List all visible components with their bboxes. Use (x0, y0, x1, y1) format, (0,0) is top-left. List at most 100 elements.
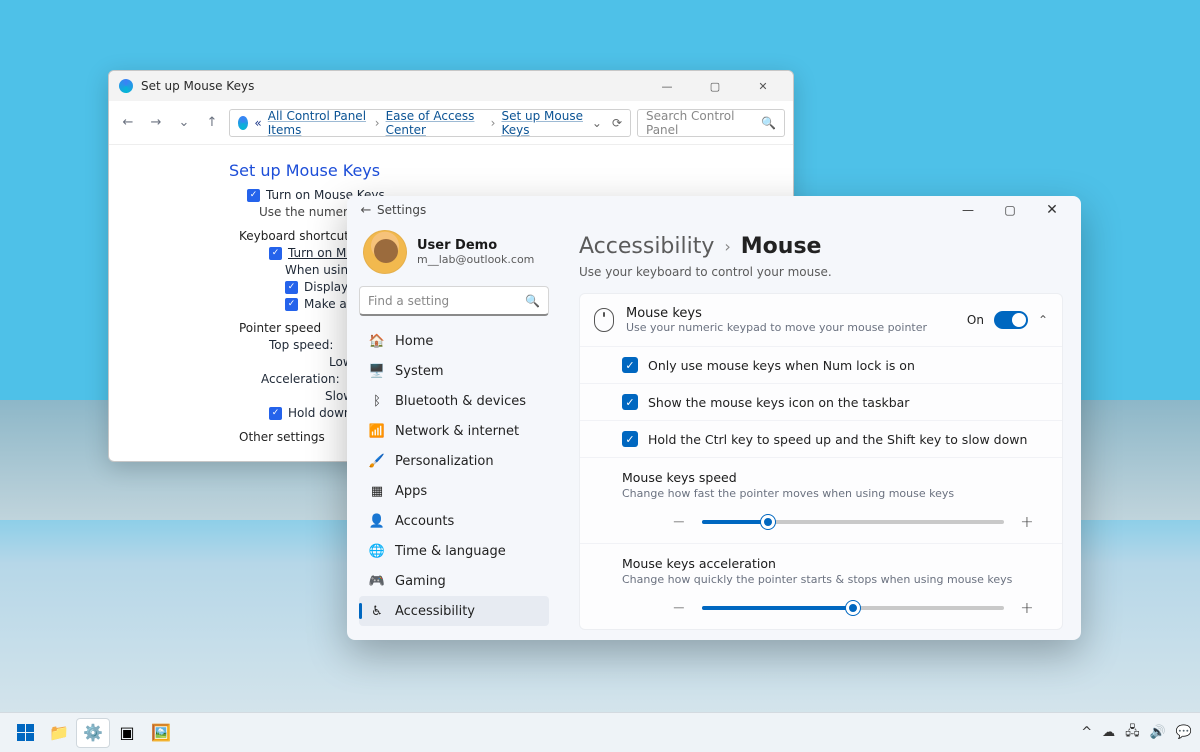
taskbar: 📁 ⚙️ ▣ 🖼️ ^ ☁ 🖧 🔊 💬 (0, 712, 1200, 752)
settings-title: Settings (377, 203, 426, 217)
refresh-icon[interactable]: ⟳ (612, 116, 622, 130)
minimize-button[interactable]: — (947, 196, 989, 224)
onedrive-icon[interactable]: ☁ (1102, 725, 1115, 740)
notifications-icon[interactable]: 💬 (1176, 725, 1192, 740)
chevron-right-icon: › (375, 116, 380, 130)
settings-titlebar: ← Settings — ▢ ✕ (347, 196, 1081, 224)
cp-heading: Set up Mouse Keys (229, 161, 793, 180)
network-icon[interactable]: 🖧 (1125, 722, 1140, 744)
nav-icon: 🎮 (369, 573, 385, 589)
nav-icon: 👤 (369, 513, 385, 529)
checkbox-icon[interactable]: ✓ (269, 247, 282, 260)
bc-2[interactable]: Ease of Access Center (386, 109, 485, 137)
close-button[interactable]: ✕ (743, 74, 783, 98)
system-tray: ^ ☁ 🖧 🔊 💬 (1081, 722, 1192, 744)
terminal-icon[interactable]: ▣ (110, 718, 144, 748)
opt-ctrl-shift[interactable]: ✓Hold the Ctrl key to speed up and the S… (580, 420, 1062, 457)
slider-track[interactable] (702, 520, 1004, 524)
checkbox-icon[interactable]: ✓ (622, 431, 638, 447)
cp-window-title: Set up Mouse Keys (141, 79, 254, 93)
nav-icon: ᛒ (369, 393, 385, 409)
app-icon[interactable]: 🖼️ (144, 718, 178, 748)
sidebar-item-system[interactable]: 🖥️System (359, 356, 549, 386)
nav-icon: 📶 (369, 423, 385, 439)
bc-3[interactable]: Set up Mouse Keys (501, 109, 585, 137)
cp-app-icon (119, 79, 133, 93)
settings-content: Accessibility › Mouse Use your keyboard … (561, 224, 1081, 640)
cp-titlebar: Set up Mouse Keys — ▢ ✕ (109, 71, 793, 101)
breadcrumb: Accessibility › Mouse (579, 234, 1063, 259)
sidebar-item-home[interactable]: 🏠Home (359, 326, 549, 356)
page-description: Use your keyboard to control your mouse. (579, 265, 1063, 279)
nav-recent-icon[interactable]: ⌄ (173, 112, 195, 134)
close-button[interactable]: ✕ (1031, 196, 1073, 224)
sidebar-item-accessibility[interactable]: ♿Accessibility (359, 596, 549, 626)
cp-address-icon (238, 116, 248, 130)
opt-numlock[interactable]: ✓Only use mouse keys when Num lock is on (580, 346, 1062, 383)
settings-window: ← Settings — ▢ ✕ User Demo m__lab@outloo… (347, 196, 1081, 640)
maximize-button[interactable]: ▢ (695, 74, 735, 98)
minus-icon[interactable]: − (670, 598, 688, 617)
chevron-up-icon[interactable]: ⌃ (1038, 313, 1048, 327)
checkbox-icon[interactable]: ✓ (247, 189, 260, 202)
volume-icon[interactable]: 🔊 (1150, 725, 1166, 740)
maximize-button[interactable]: ▢ (989, 196, 1031, 224)
nav-icon: ♿ (369, 603, 385, 619)
plus-icon[interactable]: + (1018, 598, 1036, 617)
settings-taskbar-icon[interactable]: ⚙️ (76, 718, 110, 748)
minus-icon[interactable]: − (670, 512, 688, 531)
checkbox-icon[interactable]: ✓ (622, 394, 638, 410)
sidebar-item-gaming[interactable]: 🎮Gaming (359, 566, 549, 596)
opt-taskbar-icon[interactable]: ✓Show the mouse keys icon on the taskbar (580, 383, 1062, 420)
chevron-right-icon: › (491, 116, 496, 130)
sidebar-item-network-internet[interactable]: 📶Network & internet (359, 416, 549, 446)
nav-icon: 🌐 (369, 543, 385, 559)
checkbox-icon[interactable]: ✓ (622, 357, 638, 373)
chevron-right-icon: › (724, 237, 730, 256)
dropdown-icon[interactable]: ⌄ (592, 116, 602, 130)
slider-track[interactable] (702, 606, 1004, 610)
minimize-button[interactable]: — (647, 74, 687, 98)
mouse-keys-desc: Use your numeric keypad to move your mou… (626, 321, 927, 334)
nav-back-icon[interactable]: ← (117, 112, 139, 134)
profile-block[interactable]: User Demo m__lab@outlook.com (359, 224, 549, 286)
mouse-keys-header[interactable]: Mouse keys Use your numeric keypad to mo… (580, 294, 1062, 346)
sidebar-item-time-language[interactable]: 🌐Time & language (359, 536, 549, 566)
nav-up-icon[interactable]: ↑ (201, 112, 223, 134)
user-email: m__lab@outlook.com (417, 253, 534, 266)
sidebar-item-accounts[interactable]: 👤Accounts (359, 506, 549, 536)
nav-icon: ▦ (369, 483, 385, 499)
sidebar-item-bluetooth-devices[interactable]: ᛒBluetooth & devices (359, 386, 549, 416)
start-button[interactable] (8, 718, 42, 748)
accel-title: Mouse keys acceleration (622, 556, 1048, 571)
user-name: User Demo (417, 238, 534, 253)
cp-search-box[interactable]: Search Control Panel 🔍 (637, 109, 785, 137)
settings-search-input[interactable]: Find a setting 🔍 (359, 286, 549, 316)
file-explorer-icon[interactable]: 📁 (42, 718, 76, 748)
sidebar-item-personalization[interactable]: 🖌️Personalization (359, 446, 549, 476)
accel-slider[interactable]: − + (622, 598, 1048, 617)
nav-forward-icon[interactable]: → (145, 112, 167, 134)
nav-icon: 🖥️ (369, 363, 385, 379)
bc-1[interactable]: All Control Panel Items (268, 109, 369, 137)
mouse-keys-card: Mouse keys Use your numeric keypad to mo… (579, 293, 1063, 630)
tray-chevron-icon[interactable]: ^ (1081, 725, 1092, 740)
cp-navbar: ← → ⌄ ↑ « All Control Panel Items › Ease… (109, 101, 793, 145)
speed-slider[interactable]: − + (622, 512, 1048, 531)
mouse-icon (594, 308, 614, 332)
back-button[interactable]: ← (355, 199, 377, 221)
speed-title: Mouse keys speed (622, 470, 1048, 485)
checkbox-icon[interactable]: ✓ (285, 281, 298, 294)
plus-icon[interactable]: + (1018, 512, 1036, 531)
cp-address-bar[interactable]: « All Control Panel Items › Ease of Acce… (229, 109, 631, 137)
search-placeholder: Find a setting (368, 294, 449, 308)
avatar (363, 230, 407, 274)
nav-icon: 🖌️ (369, 453, 385, 469)
checkbox-icon[interactable]: ✓ (269, 407, 282, 420)
checkbox-icon[interactable]: ✓ (285, 298, 298, 311)
mouse-keys-toggle[interactable] (994, 311, 1028, 329)
breadcrumb-parent[interactable]: Accessibility (579, 234, 714, 259)
sidebar-item-apps[interactable]: ▦Apps (359, 476, 549, 506)
speed-row: Mouse keys speed Change how fast the poi… (580, 457, 1062, 543)
search-icon: 🔍 (761, 116, 776, 130)
